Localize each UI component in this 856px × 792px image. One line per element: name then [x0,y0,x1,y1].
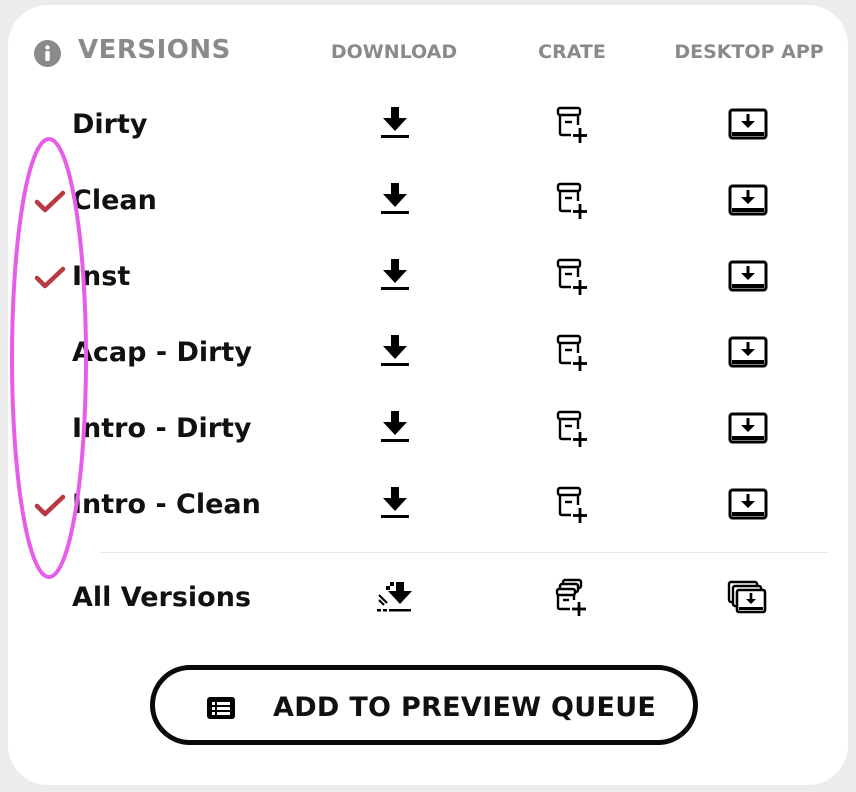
download-icon [381,411,409,442]
version-label: Inst [72,261,131,292]
versions-card: VERSIONS DOWNLOAD CRATE DESKTOP APP Dirt… [8,5,848,785]
crate-add-button[interactable] [551,179,595,223]
check-icon [34,190,66,213]
download-all-button[interactable] [373,576,417,620]
column-header-download: DOWNLOAD [330,41,458,63]
download-icon [381,183,409,214]
version-label: Clean [72,185,157,216]
version-label: Acap - Dirty [72,337,252,368]
version-label: Dirty [72,109,148,140]
desktop-app-all-button[interactable] [726,576,770,620]
all-versions-row: All Versions [8,570,848,630]
crate-add-button[interactable] [551,483,595,527]
divider [100,552,828,553]
crate-add-icon [556,106,587,143]
list-icon [207,697,235,719]
download-button[interactable] [373,483,417,527]
desktop-app-icon [728,260,768,292]
version-label: Intro - Dirty [72,413,252,444]
column-header-desktop-app: DESKTOP APP [674,41,824,63]
download-button[interactable] [373,255,417,299]
all-versions-label: All Versions [72,582,252,613]
download-icon [381,259,409,290]
download-button[interactable] [373,103,417,147]
check-icon [34,266,66,289]
crate-add-button[interactable] [551,103,595,147]
crate-add-icon [556,486,587,523]
version-row: Inst [8,249,848,309]
versions-header: VERSIONS DOWNLOAD CRATE DESKTOP APP [8,5,848,95]
download-icon [381,487,409,518]
crate-add-icon [556,258,587,295]
version-row: Dirty [8,97,848,157]
crate-add-all-button[interactable] [551,576,595,620]
crate-add-all-icon [555,578,586,616]
version-row: Intro - Dirty [8,401,848,461]
download-all-icon [377,582,412,612]
desktop-app-button[interactable] [726,331,770,375]
desktop-app-icon [728,184,768,216]
info-icon[interactable] [34,40,61,67]
download-icon [381,335,409,366]
version-row: Clean [8,173,848,233]
desktop-app-icon [728,108,768,140]
desktop-app-button[interactable] [726,483,770,527]
desktop-app-button[interactable] [726,255,770,299]
desktop-app-icon [728,488,768,520]
versions-title: VERSIONS [78,35,231,65]
desktop-app-all-icon [727,580,767,614]
crate-add-button[interactable] [551,331,595,375]
desktop-app-button[interactable] [726,407,770,451]
column-header-crate: CRATE [538,41,606,63]
version-row: Intro - Clean [8,477,848,537]
version-row: Acap - Dirty [8,325,848,385]
check-icon [34,494,66,517]
desktop-app-icon [728,336,768,368]
crate-add-button[interactable] [551,407,595,451]
download-button[interactable] [373,179,417,223]
crate-add-icon [556,334,587,371]
crate-add-icon [556,182,587,219]
desktop-app-button[interactable] [726,179,770,223]
download-icon [381,107,409,138]
version-label: Intro - Clean [72,489,261,520]
crate-add-button[interactable] [551,255,595,299]
desktop-app-button[interactable] [726,103,770,147]
crate-add-icon [556,410,587,447]
add-to-preview-queue-label: ADD TO PREVIEW QUEUE [273,692,657,723]
desktop-app-icon [728,412,768,444]
add-to-preview-queue-button[interactable]: ADD TO PREVIEW QUEUE [150,665,698,745]
download-button[interactable] [373,407,417,451]
download-button[interactable] [373,331,417,375]
